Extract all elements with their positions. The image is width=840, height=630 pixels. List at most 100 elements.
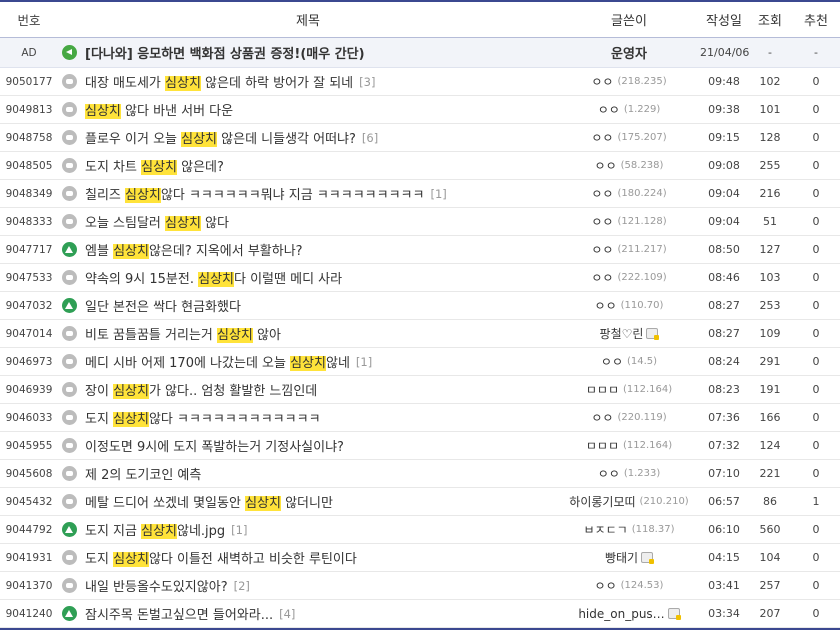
post-writer-cell[interactable]: ㅇㅇ (211.217) (558, 241, 700, 258)
writer-nickname[interactable]: ㅂㅈㄷㄱ (584, 521, 628, 538)
post-title-link[interactable]: 오늘 스팀달러 심상치 않다 (85, 212, 229, 231)
table-row[interactable]: 9048505 도지 차트 심상치 않은데? ㅇㅇ (58.238) 09:08 255 0 (0, 152, 840, 180)
post-writer-cell[interactable]: ㅇㅇ (218.235) (558, 73, 700, 90)
reply-count[interactable]: [1] (356, 355, 372, 369)
writer-nickname[interactable]: ㅇㅇ (591, 269, 613, 286)
post-writer-cell[interactable]: ㅇㅇ (222.109) (558, 269, 700, 286)
post-title-link[interactable]: 도지 지금 심상치않네.jpg (85, 520, 225, 539)
table-row[interactable]: 9046033 도지 심상치않다 ㅋㅋㅋㅋㅋㅋㅋㅋㅋㅋㅋㅋ ㅇㅇ (220.119) 0… (0, 404, 840, 432)
post-title-cell[interactable]: 플로우 이거 오늘 심상치 않은데 니들생각 어떠냐? [6] (58, 128, 558, 147)
table-row[interactable]: 9047014 비토 꿈틀꿈틀 거리는거 심상치 않아 팡철♡린 08:27 109 0 (0, 320, 840, 348)
writer-nickname[interactable]: ㅇㅇ (591, 213, 613, 230)
post-writer-cell[interactable]: ㅇㅇ (110.70) (558, 297, 700, 314)
post-title-link[interactable]: 일단 본전은 싹다 현금화했다 (85, 296, 241, 315)
writer-nickname[interactable]: ㅇㅇ (595, 157, 617, 174)
writer-nickname[interactable]: ㅇㅇ (591, 129, 613, 146)
post-writer-cell[interactable]: ㅇㅇ (121.128) (558, 213, 700, 230)
writer-nickname[interactable]: ㅇㅇ (595, 577, 617, 594)
writer-nickname[interactable]: ㅁㅁㅁ (586, 381, 619, 398)
reply-count[interactable]: [1] (430, 187, 446, 201)
post-writer-cell[interactable]: ㅂㅈㄷㄱ (118.37) (558, 521, 700, 538)
post-title-link[interactable]: 이정도면 9시에 도지 폭발하는거 기정사실이냐? (85, 436, 344, 455)
post-writer-cell[interactable]: ㅇㅇ (124.53) (558, 577, 700, 594)
post-writer-cell[interactable]: 팡철♡린 (558, 325, 700, 342)
ad-writer[interactable]: 운영자 (611, 43, 647, 62)
table-row[interactable]: 9045955 이정도면 9시에 도지 폭발하는거 기정사실이냐? ㅁㅁㅁ (112.… (0, 432, 840, 460)
reply-count[interactable]: [3] (359, 75, 375, 89)
post-writer-cell[interactable]: ㅇㅇ (180.224) (558, 185, 700, 202)
table-row[interactable]: 9046973 메디 시바 어제 170에 나갔는데 오늘 심상치않네 [1] ㅇㅇ (… (0, 348, 840, 376)
post-writer-cell[interactable]: ㅇㅇ (175.207) (558, 129, 700, 146)
table-row[interactable]: 9044792 도지 지금 심상치않네.jpg [1] ㅂㅈㄷㄱ (118.37) 06:… (0, 516, 840, 544)
writer-nickname[interactable]: hide_on_pus… (578, 607, 664, 621)
table-row[interactable]: 9047533 약속의 9시 15분전. 심상치다 이럴땐 메디 사라 ㅇㅇ (222… (0, 264, 840, 292)
post-title-cell[interactable]: 도지 지금 심상치않네.jpg [1] (58, 520, 558, 539)
writer-nickname[interactable]: 하이롱기모띠 (569, 493, 635, 510)
ad-title-link[interactable]: [다나와] 응모하면 백화점 상품권 증정!(매우 간단) (85, 43, 365, 62)
post-title-cell[interactable]: 약속의 9시 15분전. 심상치다 이럴땐 메디 사라 (58, 268, 558, 287)
post-title-link[interactable]: 도지 차트 심상치 않은데? (85, 156, 224, 175)
post-title-link[interactable]: 메탈 드디어 쏘겠네 몇일동안 심상치 않더니만 (85, 492, 333, 511)
post-title-link[interactable]: 잠시주목 돈벌고싶으면 들어와라... (85, 604, 273, 623)
writer-nickname[interactable]: ㅇㅇ (598, 465, 620, 482)
table-row[interactable]: 9048349 칠리즈 심상치않다 ㅋㅋㅋㅋㅋㅋ뭐냐 지금 ㅋㅋㅋㅋㅋㅋㅋㅋㅋ [1… (0, 180, 840, 208)
post-title-link[interactable]: 장이 심상치가 않다.. 엄청 활발한 느낌인데 (85, 380, 317, 399)
post-title-cell[interactable]: 장이 심상치가 않다.. 엄청 활발한 느낌인데 (58, 380, 558, 399)
reply-count[interactable]: [6] (362, 131, 378, 145)
post-title-cell[interactable]: 일단 본전은 싹다 현금화했다 (58, 296, 558, 315)
table-row[interactable]: 9041240 잠시주목 돈벌고싶으면 들어와라... [4] hide_on_pus… (0, 600, 840, 628)
post-writer-cell[interactable]: ㅇㅇ (58.238) (558, 157, 700, 174)
table-row[interactable]: 9047717 엠블 심상치않은데? 지옥에서 부활하나? ㅇㅇ (211.217) 0… (0, 236, 840, 264)
post-writer-cell[interactable]: 빵태기 (558, 549, 700, 566)
post-title-link[interactable]: 도지 심상치않다 ㅋㅋㅋㅋㅋㅋㅋㅋㅋㅋㅋㅋ (85, 408, 321, 427)
post-title-cell[interactable]: 도지 차트 심상치 않은데? (58, 156, 558, 175)
reply-count[interactable]: [4] (279, 607, 295, 621)
table-row[interactable]: 9045608 제 2의 도기코인 예측 ㅇㅇ (1.233) 07:10 221 0 (0, 460, 840, 488)
table-row[interactable]: 9046939 장이 심상치가 않다.. 엄청 활발한 느낌인데 ㅁㅁㅁ (112.1… (0, 376, 840, 404)
ad-writer-cell[interactable]: 운영자 (558, 43, 700, 62)
post-title-cell[interactable]: 오늘 스팀달러 심상치 않다 (58, 212, 558, 231)
post-title-cell[interactable]: 잠시주목 돈벌고싶으면 들어와라... [4] (58, 604, 558, 623)
table-row[interactable]: 9041370 내일 반등올수도있지않아? [2] ㅇㅇ (124.53) 03:41 25… (0, 572, 840, 600)
table-row[interactable]: 9048333 오늘 스팀달러 심상치 않다 ㅇㅇ (121.128) 09:04 51 0 (0, 208, 840, 236)
reply-count[interactable]: [2] (234, 579, 250, 593)
post-title-cell[interactable]: 심상치 않다 바낸 서버 다운 (58, 100, 558, 119)
post-writer-cell[interactable]: ㅁㅁㅁ (112.164) (558, 437, 700, 454)
post-writer-cell[interactable]: ㅇㅇ (14.5) (558, 353, 700, 370)
post-title-cell[interactable]: 메디 시바 어제 170에 나갔는데 오늘 심상치않네 [1] (58, 352, 558, 371)
writer-nickname[interactable]: ㅇㅇ (601, 353, 623, 370)
post-title-link[interactable]: 내일 반등올수도있지않아? (85, 576, 228, 595)
reply-count[interactable]: [1] (231, 523, 247, 537)
writer-nickname[interactable]: ㅇㅇ (591, 241, 613, 258)
writer-nickname[interactable]: 빵태기 (605, 549, 638, 566)
post-title-link[interactable]: 비토 꿈틀꿈틀 거리는거 심상치 않아 (85, 324, 281, 343)
table-row[interactable]: 9050177 대장 매도세가 심상치 않은데 하락 방어가 잘 되네 [3] ㅇㅇ (… (0, 68, 840, 96)
post-title-cell[interactable]: 대장 매도세가 심상치 않은데 하락 방어가 잘 되네 [3] (58, 72, 558, 91)
post-title-link[interactable]: 제 2의 도기코인 예측 (85, 464, 201, 483)
post-title-cell[interactable]: 메탈 드디어 쏘겠네 몇일동안 심상치 않더니만 (58, 492, 558, 511)
ad-row[interactable]: AD [다나와] 응모하면 백화점 상품권 증정!(매우 간단) 운영자 21/… (0, 38, 840, 68)
post-title-link[interactable]: 메디 시바 어제 170에 나갔는데 오늘 심상치않네 (85, 352, 350, 371)
post-title-cell[interactable]: 도지 심상치않다 ㅋㅋㅋㅋㅋㅋㅋㅋㅋㅋㅋㅋ (58, 408, 558, 427)
post-writer-cell[interactable]: 하이롱기모띠 (210.210) (558, 493, 700, 510)
post-title-cell[interactable]: 엠블 심상치않은데? 지옥에서 부활하나? (58, 240, 558, 259)
post-title-link[interactable]: 도지 심상치않다 이틀전 새벽하고 비슷한 루틴이다 (85, 548, 357, 567)
post-title-link[interactable]: 약속의 9시 15분전. 심상치다 이럴땐 메디 사라 (85, 268, 342, 287)
writer-nickname[interactable]: ㅇㅇ (591, 73, 613, 90)
table-row[interactable]: 9049813 심상치 않다 바낸 서버 다운 ㅇㅇ (1.229) 09:38 101 0 (0, 96, 840, 124)
writer-nickname[interactable]: ㅇㅇ (595, 297, 617, 314)
post-title-link[interactable]: 대장 매도세가 심상치 않은데 하락 방어가 잘 되네 (85, 72, 353, 91)
writer-nickname[interactable]: ㅇㅇ (591, 185, 613, 202)
ad-title-cell[interactable]: [다나와] 응모하면 백화점 상품권 증정!(매우 간단) (58, 43, 558, 62)
table-row[interactable]: 9045432 메탈 드디어 쏘겠네 몇일동안 심상치 않더니만 하이롱기모띠 (21… (0, 488, 840, 516)
post-writer-cell[interactable]: ㅁㅁㅁ (112.164) (558, 381, 700, 398)
post-writer-cell[interactable]: ㅇㅇ (1.233) (558, 465, 700, 482)
post-title-cell[interactable]: 도지 심상치않다 이틀전 새벽하고 비슷한 루틴이다 (58, 548, 558, 567)
post-title-link[interactable]: 플로우 이거 오늘 심상치 않은데 니들생각 어떠냐? (85, 128, 356, 147)
post-title-link[interactable]: 심상치 않다 바낸 서버 다운 (85, 100, 233, 119)
post-title-cell[interactable]: 비토 꿈틀꿈틀 거리는거 심상치 않아 (58, 324, 558, 343)
post-title-link[interactable]: 엠블 심상치않은데? 지옥에서 부활하나? (85, 240, 303, 259)
table-row[interactable]: 9047032 일단 본전은 싹다 현금화했다 ㅇㅇ (110.70) 08:27 253… (0, 292, 840, 320)
post-title-cell[interactable]: 칠리즈 심상치않다 ㅋㅋㅋㅋㅋㅋ뭐냐 지금 ㅋㅋㅋㅋㅋㅋㅋㅋㅋ [1] (58, 184, 558, 203)
post-title-link[interactable]: 칠리즈 심상치않다 ㅋㅋㅋㅋㅋㅋ뭐냐 지금 ㅋㅋㅋㅋㅋㅋㅋㅋㅋ (85, 184, 424, 203)
